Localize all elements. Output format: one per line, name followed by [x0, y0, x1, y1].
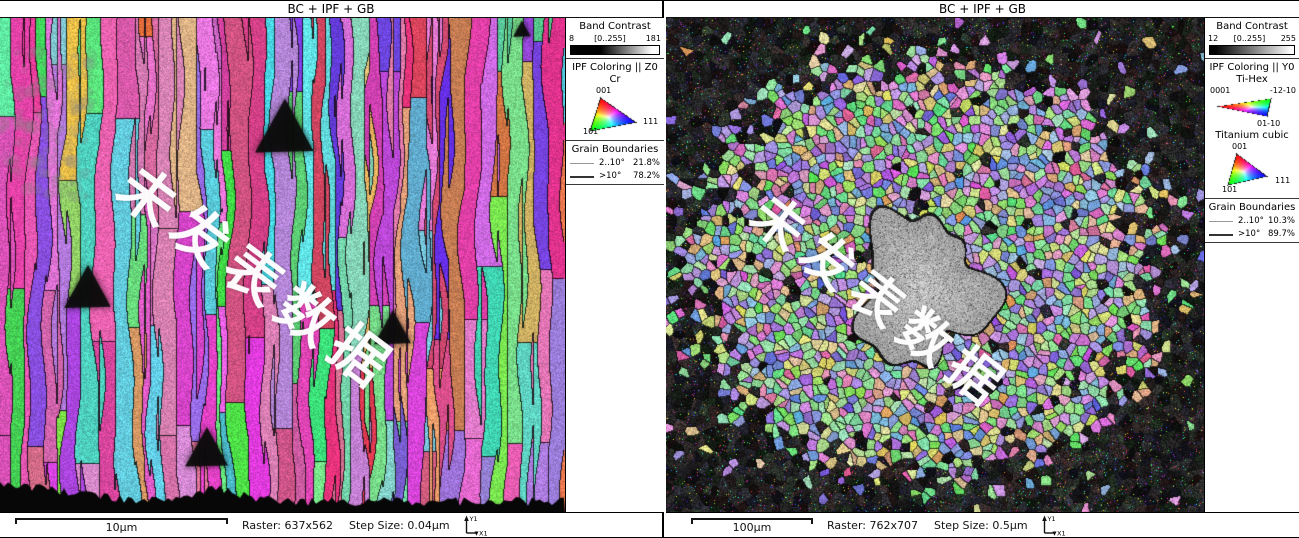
phase-name-titanium-cubic: Titanium cubic: [1205, 130, 1299, 141]
legend-separator: [566, 140, 664, 141]
band-contrast-gradient: [570, 45, 660, 55]
y-axis-arrow-icon: [1042, 516, 1047, 522]
status-bar-left: 10µm Raster: 637x562 Step Size: 0.04µm Y…: [0, 512, 662, 537]
x-axis-label: X1: [479, 530, 488, 537]
ipf-key-cubic-left: 001 101 111: [566, 85, 664, 137]
phase-name-ti-hex: Ti-Hex: [1205, 74, 1299, 85]
axis-indicator-icon: Y1 X1: [462, 514, 488, 536]
ipf-color-triangle-hex-icon: [1216, 96, 1274, 118]
step-size-info: Step Size: 0.04µm: [349, 519, 450, 532]
scale-bar-label: 10µm: [106, 522, 138, 534]
ipf-vertex-label-001: 001: [596, 86, 611, 95]
axis-indicator-icon: Y1 X1: [1040, 514, 1066, 536]
gb-label: 2..10°: [599, 159, 625, 168]
y-axis-label: Y1: [1046, 515, 1055, 523]
gb-line-thick-icon: [1209, 234, 1233, 236]
ipf-map-canvas-right[interactable]: [666, 18, 1204, 512]
ipf-vertex-label-01-10: 01-10: [1257, 119, 1280, 128]
ipf-vertex-label-0001: 0001: [1210, 86, 1230, 95]
legend-separator: [1205, 198, 1299, 199]
ipf-vertex-label--12-10: -12-10: [1270, 86, 1296, 95]
band-contrast-min: 12: [1208, 34, 1218, 43]
gb-value: 89.7%: [1268, 230, 1295, 239]
legend-left: Band Contrast 8 [0..255] 181 IPF Colorin…: [565, 18, 664, 512]
map-panel-left: BC + IPF + GB 未发表数据 Band Contrast 8 [0..…: [0, 1, 664, 537]
ipf-vertex-label-111: 111: [1275, 176, 1290, 185]
raster-info: Raster: 637x562: [242, 519, 333, 532]
band-contrast-title: Band Contrast: [1205, 21, 1299, 32]
y-axis-arrow-icon: [464, 516, 469, 522]
gb-label: >10°: [1238, 230, 1260, 239]
gb-label: >10°: [599, 172, 621, 181]
band-contrast-range: [0..255]: [594, 34, 626, 43]
ipf-key-hex: 0001 -12-10 01-10: [1205, 85, 1299, 129]
gb-label: 2..10°: [1238, 217, 1264, 226]
scale-bar-label: 100µm: [733, 522, 772, 534]
gb-line-thick-icon: [570, 176, 594, 178]
band-contrast-max: 181: [646, 34, 661, 43]
legend-separator: [566, 58, 664, 59]
ipf-vertex-label-001: 001: [1232, 142, 1247, 151]
gb-row-high-angle: >10° 78.2%: [566, 172, 664, 181]
ipf-color-triangle-icon: [1220, 151, 1272, 189]
legend-separator: [1205, 58, 1299, 59]
ebsd-montage-window: BC + IPF + GB 未发表数据 Band Contrast 8 [0..…: [0, 0, 1299, 538]
band-contrast-gradient: [1209, 45, 1295, 55]
step-size-info: Step Size: 0.5µm: [934, 519, 1028, 532]
legend-separator: [566, 184, 664, 185]
y-axis-label: Y1: [468, 515, 477, 523]
band-contrast-range-row: 12 [0..255] 255: [1205, 34, 1299, 43]
raster-info: Raster: 762x707: [827, 519, 918, 532]
band-contrast-min: 8: [569, 34, 574, 43]
band-contrast-title: Band Contrast: [566, 21, 664, 32]
band-contrast-max: 255: [1281, 34, 1296, 43]
map-panel-right: BC + IPF + GB 未发表数据 Band Contrast 12 [0.…: [666, 1, 1299, 537]
legend-right: Band Contrast 12 [0..255] 255 IPF Colori…: [1204, 18, 1299, 512]
gb-line-thin-icon: [1209, 221, 1233, 222]
ipf-coloring-title-right: IPF Coloring || Y0: [1205, 62, 1299, 73]
phase-name-cr: Cr: [566, 74, 664, 85]
ipf-vertex-label-101: 101: [583, 127, 598, 136]
legend-separator: [1205, 242, 1299, 243]
grain-boundaries-title-left: Grain Boundaries: [566, 144, 664, 155]
ipf-map-right: 未发表数据: [666, 18, 1204, 512]
ipf-vertex-label-111: 111: [643, 117, 658, 126]
gb-value: 21.8%: [633, 159, 660, 168]
ipf-vertex-label-101: 101: [1222, 185, 1237, 194]
ipf-map-left: 未发表数据: [0, 18, 565, 512]
ipf-map-canvas-left[interactable]: [0, 18, 565, 512]
band-contrast-range-row: 8 [0..255] 181: [566, 34, 664, 43]
gb-row-low-angle: 2..10° 10.3%: [1205, 217, 1299, 226]
grain-boundaries-title-right: Grain Boundaries: [1205, 202, 1299, 213]
x-axis-label: X1: [1057, 530, 1066, 537]
status-bar-right: 100µm Raster: 762x707 Step Size: 0.5µm Y…: [666, 512, 1299, 537]
gb-row-high-angle: >10° 89.7%: [1205, 230, 1299, 239]
gb-line-thin-icon: [570, 163, 594, 164]
panel-title-right: BC + IPF + GB: [666, 1, 1299, 18]
ipf-key-cubic-right: 001 101 111: [1205, 141, 1299, 195]
panel-title-left: BC + IPF + GB: [0, 1, 662, 18]
band-contrast-range: [0..255]: [1234, 34, 1266, 43]
scale-bar-left: 10µm: [15, 518, 228, 534]
gb-value: 78.2%: [633, 172, 660, 181]
gb-row-low-angle: 2..10° 21.8%: [566, 159, 664, 168]
scale-bar-right: 100µm: [691, 518, 813, 534]
gb-value: 10.3%: [1268, 217, 1295, 226]
ipf-coloring-title-left: IPF Coloring || Z0: [566, 62, 664, 73]
